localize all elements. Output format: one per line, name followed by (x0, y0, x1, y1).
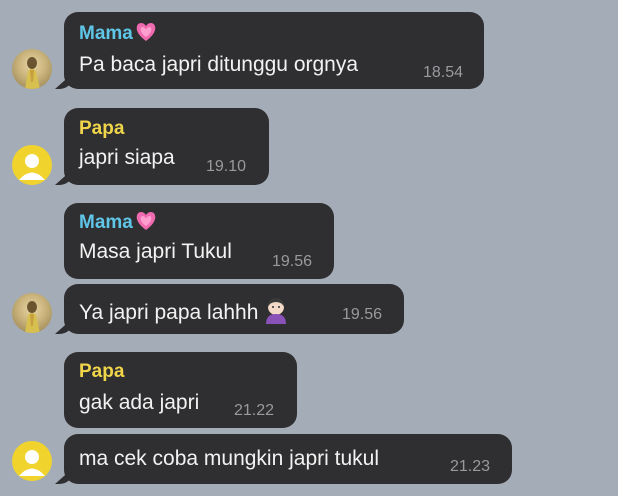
default-user-avatar-icon (19, 450, 45, 476)
mama-avatar[interactable] (12, 49, 52, 89)
message-bubble-1[interactable]: Mama Pa baca japri ditunggu orgnya 18.54 (64, 12, 484, 89)
mama-avatar-image (25, 301, 40, 333)
message-bubble-2[interactable]: Papa japri siapa 19.10 (64, 108, 269, 185)
message-text: Ya japri papa lahhh (79, 296, 290, 331)
message-text: gak ada japri (79, 391, 200, 414)
sender-name-papa: Papa (79, 118, 125, 139)
message-bubble-3[interactable]: Mama Masa japri Tukul 19.56 (64, 203, 334, 279)
sender-name-mama: Mama (79, 211, 157, 237)
pink-heart-icon (135, 211, 157, 237)
chat-area: Mama Pa baca japri ditunggu orgnya 18.54… (0, 0, 618, 496)
message-bubble-4[interactable]: Ya japri papa lahhh 19.56 (64, 284, 404, 334)
message-text: japri siapa (79, 146, 175, 169)
mama-avatar[interactable] (12, 293, 52, 333)
message-text: Pa baca japri ditunggu orgnya (79, 53, 359, 76)
message-bubble-6[interactable]: ma cek coba mungkin japri tukul 21.23 (64, 434, 512, 484)
message-time: 21.22 (234, 402, 275, 419)
message-time: 19.56 (272, 253, 313, 270)
message-bubble-5[interactable]: Papa gak ada japri 21.22 (64, 352, 297, 428)
message-time: 21.23 (450, 458, 491, 475)
message-time: 19.10 (206, 158, 247, 175)
mama-avatar-image (25, 57, 40, 89)
sender-name-mama: Mama (79, 22, 157, 48)
message-time: 18.54 (423, 64, 464, 81)
message-text: Masa japri Tukul (79, 240, 232, 263)
sender-name-papa: Papa (79, 361, 125, 382)
message-text: ma cek coba mungkin japri tukul (79, 447, 379, 470)
woman-tipping-hand-icon (262, 296, 290, 331)
message-time: 19.56 (342, 306, 383, 323)
default-user-avatar-icon (19, 154, 45, 180)
papa-avatar[interactable] (12, 145, 52, 185)
papa-avatar[interactable] (12, 441, 52, 481)
pink-heart-icon (135, 22, 157, 48)
